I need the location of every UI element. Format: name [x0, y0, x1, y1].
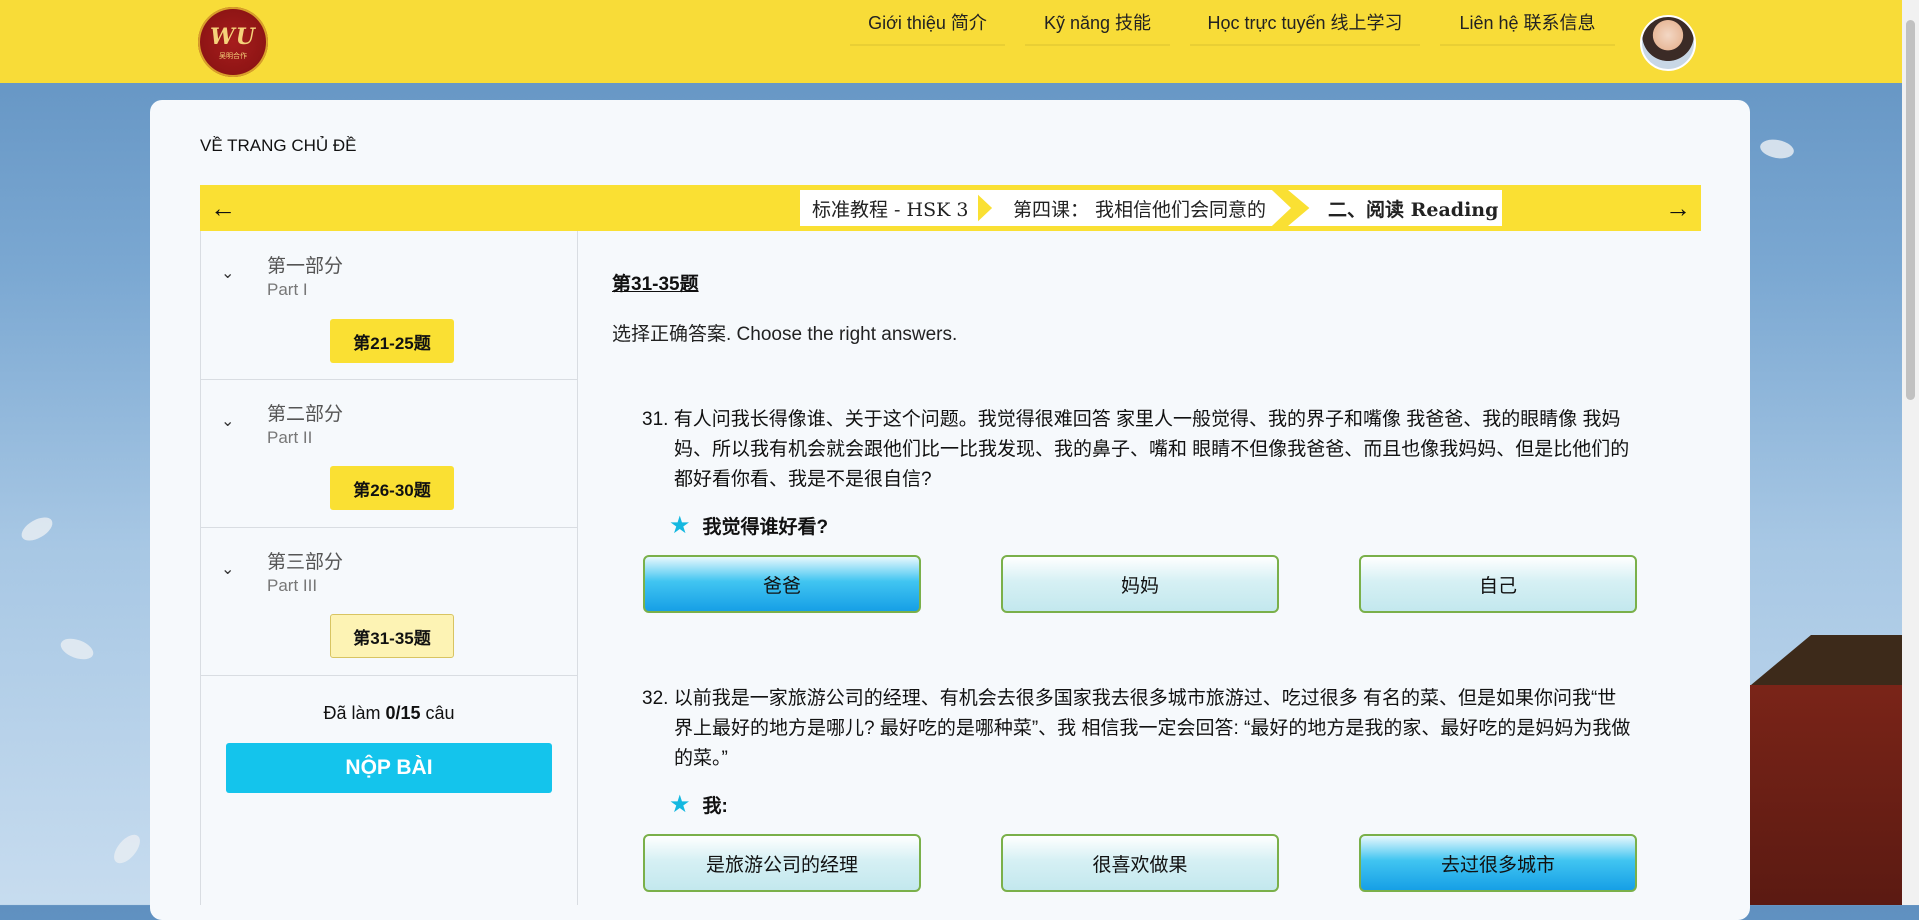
progress-status: Đã làm 0/15 câu	[201, 703, 577, 724]
background-pigeon	[17, 512, 57, 546]
page-scrollbar[interactable]	[1902, 0, 1919, 905]
answer-option-selected[interactable]: 爸爸	[643, 555, 921, 613]
submit-button[interactable]: NỘP BÀI	[226, 743, 552, 793]
background-pigeon	[109, 830, 145, 868]
section-title: 第一部分	[267, 255, 344, 277]
breadcrumb-course[interactable]: 标准教程 - HSK 3	[800, 190, 978, 226]
exercise-group-button[interactable]: 第26-30题	[330, 466, 454, 510]
user-avatar[interactable]	[1640, 15, 1696, 71]
scrollbar-thumb[interactable]	[1906, 20, 1915, 400]
sidebar: ⌄ 第一部分 Part I 第21-25题 ⌄ 第二部分 Part II 第26…	[200, 231, 578, 905]
breadcrumb: ← 标准教程 - HSK 3 第四课： 我相信他们会同意的 二、阅读 Readi…	[200, 185, 1701, 231]
sidebar-section-part-1: ⌄ 第一部分 Part I 第21-25题	[201, 231, 577, 380]
question-text: 32. 以前我是一家旅游公司的经理、有机会去很多国家我去很多城市旅游过、吃过很多…	[642, 688, 1631, 769]
question-prompt: ★ 我:	[669, 790, 728, 819]
nav-skills[interactable]: Kỹ năng 技能	[1025, 0, 1170, 46]
star-icon: ★	[669, 791, 691, 818]
top-navbar: WU 吴明合作 Giới thiệu 简介 Kỹ năng 技能 Học trự…	[0, 0, 1919, 83]
back-to-topics-link[interactable]: VỀ TRANG CHỦ ĐỀ	[200, 136, 357, 156]
prev-arrow-icon[interactable]: ←	[200, 185, 246, 231]
section-subtitle: Part III	[267, 576, 318, 595]
exercise-group-button-active[interactable]: 第31-35题	[330, 614, 454, 658]
answer-option[interactable]: 自己	[1359, 555, 1637, 613]
prompt-text: 我:	[702, 796, 728, 817]
question-group-heading: 第31-35题	[612, 274, 699, 295]
background-pigeon	[1758, 137, 1796, 161]
section-subtitle: Part II	[267, 428, 313, 447]
exercise-group-button[interactable]: 第21-25题	[330, 319, 454, 363]
question-prompt: ★ 我觉得谁好看?	[669, 511, 828, 540]
breadcrumb-section: 二、阅读 Reading	[1288, 190, 1502, 226]
sidebar-section-part-2: ⌄ 第二部分 Part II 第26-30题	[201, 379, 577, 528]
chevron-down-icon[interactable]: ⌄	[221, 559, 234, 579]
nav-contact[interactable]: Liên hệ 联系信息	[1440, 0, 1615, 46]
prompt-text: 我觉得谁好看?	[702, 517, 829, 538]
section-title: 第二部分	[267, 403, 344, 425]
answer-option[interactable]: 是旅游公司的经理	[643, 834, 921, 892]
answer-option[interactable]: 很喜欢做果	[1001, 834, 1279, 892]
progress-suffix: câu	[420, 703, 455, 723]
sidebar-section-part-3: ⌄ 第三部分 Part III 第31-35题	[201, 527, 577, 676]
question-panel: 第31-35题 选择正确答案. Choose the right answers…	[577, 231, 1701, 905]
progress-count: 0/15	[385, 703, 421, 723]
breadcrumb-lesson[interactable]: 第四课： 我相信他们会同意的	[973, 190, 1291, 226]
next-arrow-icon[interactable]: →	[1655, 185, 1701, 231]
answer-option-selected[interactable]: 去过很多城市	[1359, 834, 1637, 892]
background-pigeon	[57, 634, 97, 664]
background-building	[1749, 685, 1919, 905]
progress-prefix: Đã làm	[323, 703, 386, 723]
logo-subtitle: 吴明合作	[219, 51, 247, 60]
instruction-text: 选择正确答案. Choose the right answers.	[612, 324, 958, 345]
nav-online-learning[interactable]: Học trực tuyến 线上学习	[1190, 0, 1420, 46]
chevron-down-icon[interactable]: ⌄	[221, 411, 234, 431]
question-text: 31. 有人问我长得像谁、关于这个问题。我觉得很难回答 家里人一般觉得、我的界子…	[642, 409, 1630, 490]
site-logo[interactable]: WU 吴明合作	[198, 7, 268, 77]
logo-mark: WU	[210, 23, 256, 50]
chevron-down-icon[interactable]: ⌄	[221, 263, 234, 283]
section-title: 第三部分	[267, 551, 344, 573]
section-subtitle: Part I	[267, 280, 308, 299]
answer-option[interactable]: 妈妈	[1001, 555, 1279, 613]
nav-intro[interactable]: Giới thiệu 简介	[850, 0, 1005, 46]
star-icon: ★	[669, 512, 691, 539]
